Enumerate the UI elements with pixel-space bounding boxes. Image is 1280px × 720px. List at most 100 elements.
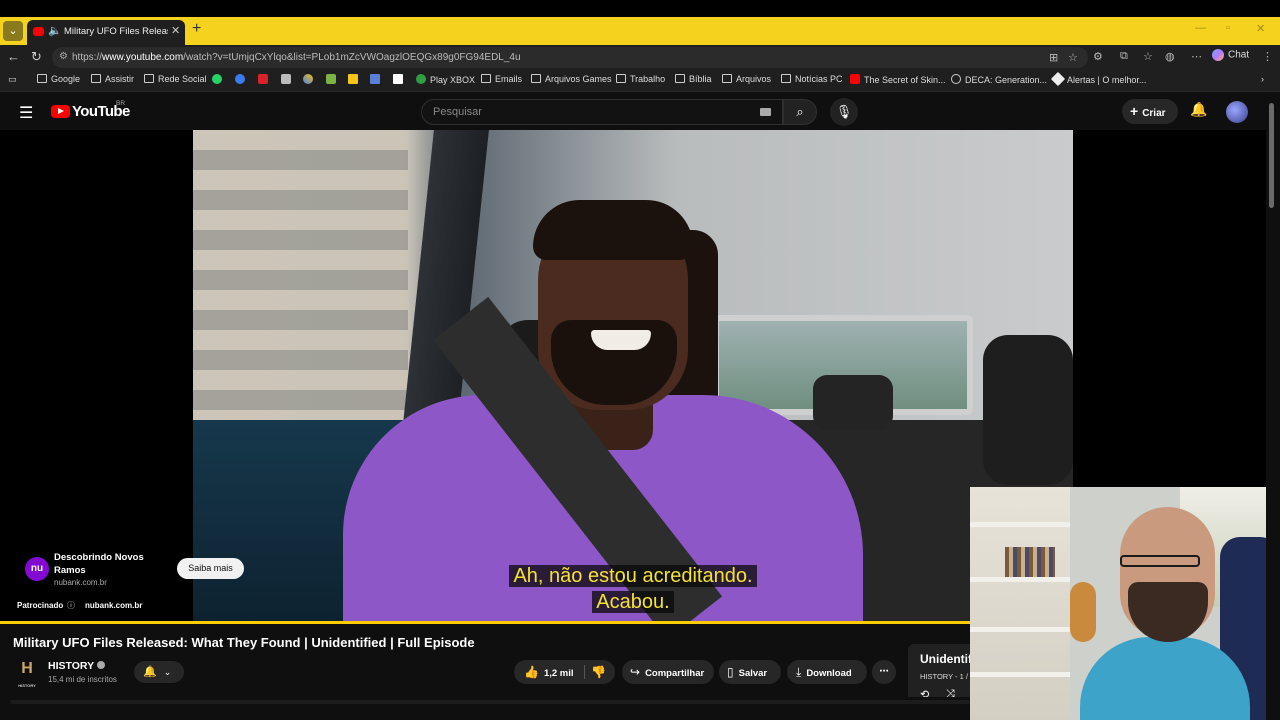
create-button[interactable]: + Criar <box>1122 99 1178 124</box>
bookmark-assistir[interactable]: Assistir <box>91 74 134 84</box>
bookmark-emails[interactable]: Emails <box>481 74 522 84</box>
channel-avatar[interactable]: H HISTORY <box>15 659 39 688</box>
search-placeholder: Pesquisar <box>433 106 482 118</box>
video-title: Military UFO Files Released: What They F… <box>13 635 475 650</box>
subscription-bell-button[interactable]: 🔔 ⌄ <box>134 661 184 683</box>
bookmark-arquivos-games[interactable]: Arquivos Games <box>531 74 612 84</box>
bookmarks-overflow-button[interactable]: › <box>1261 74 1264 84</box>
bookmark-yellow-app[interactable] <box>348 74 362 85</box>
bookmark-star-icon[interactable]: ☆ <box>1068 51 1078 64</box>
voice-search-button[interactable]: 🎙 <box>830 98 858 126</box>
like-button[interactable]: 👍 1,2 mil <box>524 660 574 686</box>
back-button[interactable]: ← <box>7 49 20 64</box>
like-dislike-group: 👍 1,2 mil 👎 <box>514 660 615 684</box>
site-info-icon[interactable]: ⚙ <box>59 51 68 62</box>
bookmark-noticias-pc[interactable]: Notícias PC <box>781 74 843 84</box>
youtube-logo[interactable]: YouTube BR <box>51 100 130 121</box>
address-bar[interactable]: ⚙ https://www.youtube.com/watch?v=tUmjqC… <box>52 47 1088 68</box>
youtube-play-icon <box>51 105 70 119</box>
bookmark-alertas[interactable]: Alertas | O melhor... <box>1050 71 1146 87</box>
bookmark-deca[interactable]: DECA: Generation... <box>951 74 1047 85</box>
scrollbar-thumb[interactable] <box>1269 103 1274 208</box>
bookmark-secret-of-skin[interactable]: The Secret of Skin... <box>850 74 946 85</box>
app-icon <box>370 74 380 84</box>
profile-icon[interactable]: ◍ <box>1165 50 1175 63</box>
ad-info-icon[interactable]: ⓘ <box>67 600 75 611</box>
bookmark-trabalho[interactable]: Trabalho <box>616 74 665 84</box>
copilot-icon <box>1212 49 1224 61</box>
more-menu-icon[interactable]: ⋯ <box>1191 50 1202 63</box>
tab-search-button[interactable]: ⌄ <box>3 21 23 41</box>
keyboard-icon[interactable] <box>760 108 771 116</box>
playlist-title[interactable]: Unidentified <box>920 652 970 666</box>
bookmark-colorful-app[interactable] <box>303 74 317 85</box>
advertiser-logo[interactable]: nu <box>25 557 49 581</box>
bookmark-icon <box>1050 71 1066 87</box>
youtube-favicon-icon <box>33 27 44 36</box>
whatsapp-icon <box>212 74 222 84</box>
screen-top-strip <box>0 0 1280 17</box>
bookmarks-bar: ▭ Google Assistir Rede Social Play XBOX … <box>0 70 1280 92</box>
url-text: https://www.youtube.com/watch?v=tUmjqCxY… <box>72 52 521 63</box>
open-in-app-icon[interactable]: ⊞ <box>1049 51 1058 64</box>
xbox-icon <box>416 74 426 84</box>
channel-name[interactable]: HISTORY <box>48 660 106 672</box>
folder-icon <box>675 74 685 83</box>
reload-button[interactable]: ↻ <box>31 49 42 65</box>
audio-playing-icon[interactable]: 🔈 <box>48 24 62 37</box>
ad-learn-more-button[interactable]: Saiba mais <box>177 558 244 579</box>
bell-icon: 🔔 <box>143 666 157 678</box>
country-code: BR <box>116 100 126 107</box>
avatar[interactable] <box>1226 101 1248 123</box>
dislike-button[interactable]: 👎 <box>591 660 606 684</box>
bookmark-blue-app[interactable] <box>370 74 384 85</box>
bookmark-green-app[interactable] <box>326 74 340 85</box>
notifications-bell-icon[interactable]: 🔔 <box>1190 101 1207 118</box>
copilot-chat-button[interactable]: Chat <box>1212 49 1249 61</box>
page-scrollbar[interactable] <box>1266 93 1280 720</box>
app-icon <box>393 74 403 84</box>
search-button[interactable]: ⌕ <box>783 99 817 125</box>
folder-icon <box>91 74 101 83</box>
minimize-button[interactable]: — <box>1195 22 1206 34</box>
browser-toolbar: ← ↻ ⚙ https://www.youtube.com/watch?v=tU… <box>0 45 1280 70</box>
bookmark-whatsapp[interactable] <box>212 74 226 85</box>
tab-close-icon[interactable]: ✕ <box>171 24 180 37</box>
more-actions-button[interactable]: ⋯ <box>872 660 896 684</box>
bookmark-biblia[interactable]: Bíblia <box>675 74 712 84</box>
bookmark-s-app[interactable] <box>393 74 407 85</box>
download-icon: ⤓ <box>796 665 802 679</box>
close-window-button[interactable]: ✕ <box>1256 22 1265 35</box>
ad-domain[interactable]: nubank.com.br <box>85 601 142 610</box>
search-input[interactable]: Pesquisar <box>421 99 783 125</box>
bookmark-google[interactable]: Google <box>37 74 80 84</box>
verified-badge-icon <box>97 661 106 669</box>
maximize-button[interactable]: ▫ <box>1226 22 1230 34</box>
download-button[interactable]: ⤓ Download <box>787 660 867 684</box>
bookmark-messenger[interactable] <box>235 74 249 85</box>
browser-tab-active[interactable]: 🔈 Military UFO Files Released: W ✕ <box>27 20 185 45</box>
video-frame <box>193 130 1073 623</box>
search-icon: ⌕ <box>796 104 804 119</box>
ad-progress-bar <box>0 621 970 624</box>
bookmark-rede-social[interactable]: Rede Social <box>144 74 207 84</box>
bookmark-red-app[interactable] <box>258 74 272 85</box>
save-button[interactable]: ▯ Salvar <box>719 660 781 684</box>
folder-icon <box>781 74 791 83</box>
share-button[interactable]: ↪ Compartilhar <box>622 660 714 684</box>
favorites-icon[interactable]: ☆ <box>1143 50 1153 63</box>
new-tab-button[interactable]: + <box>192 20 201 38</box>
split-screen-icon[interactable]: ⧉ <box>1120 50 1128 63</box>
bookmark-arquivos[interactable]: Arquivos <box>722 74 771 84</box>
extensions-icon[interactable]: ⚙ <box>1093 50 1103 63</box>
bookmark-gray-app[interactable] <box>281 74 295 85</box>
hamburger-menu-icon[interactable]: ☰ <box>19 103 33 123</box>
tablet-icon[interactable]: ▭ <box>8 74 17 85</box>
webcam-overlay <box>970 487 1280 720</box>
ad-url[interactable]: nubank.com.br <box>54 578 107 587</box>
folder-icon <box>481 74 491 83</box>
ad-title[interactable]: Descobrindo Novos Ramos <box>54 551 164 577</box>
sidebar-menu-icon[interactable]: ⋮ <box>1262 50 1273 63</box>
messenger-icon <box>235 74 245 84</box>
bookmark-play-xbox[interactable]: Play XBOX <box>416 74 475 85</box>
